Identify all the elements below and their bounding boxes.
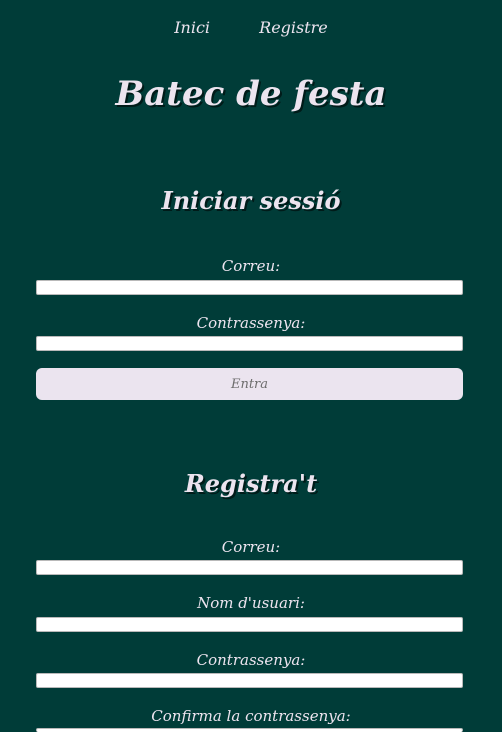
login-password-label: Contrassenya: xyxy=(196,314,306,332)
register-username-label: Nom d'usuari: xyxy=(197,594,305,612)
register-confirm-password-input[interactable] xyxy=(36,728,463,732)
login-email-label: Correu: xyxy=(221,257,281,275)
login-password-input[interactable] xyxy=(36,336,463,351)
register-email-input[interactable] xyxy=(36,560,463,575)
register-heading: Registra't xyxy=(184,469,318,498)
page: Inici Registre Batec de festa Iniciar se… xyxy=(0,0,502,732)
register-password-input[interactable] xyxy=(36,673,463,688)
nav-link-home[interactable]: Inici xyxy=(174,18,210,37)
register-password-label: Contrassenya: xyxy=(196,651,306,669)
site-title: Batec de festa xyxy=(115,74,387,114)
login-email-input[interactable] xyxy=(36,280,463,295)
register-email-label: Correu: xyxy=(221,538,281,556)
login-heading: Iniciar sessió xyxy=(161,186,341,215)
nav-link-register[interactable]: Registre xyxy=(259,18,328,37)
top-nav: Inici Registre xyxy=(0,18,502,37)
register-username-input[interactable] xyxy=(36,617,463,632)
login-submit-button[interactable]: Entra xyxy=(36,368,463,400)
register-confirm-password-label: Confirma la contrassenya: xyxy=(151,707,351,725)
